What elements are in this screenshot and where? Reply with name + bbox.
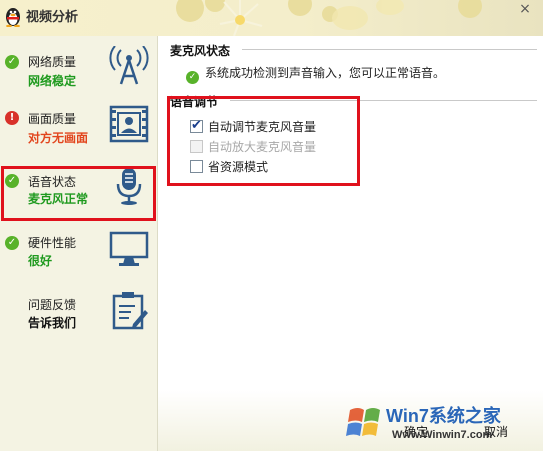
- sidebar-item-label: 网络质量: [28, 55, 77, 69]
- sidebar-item-label: 问题反馈: [28, 298, 77, 312]
- watermark-url: Www.Winwin7.com: [392, 429, 493, 441]
- signal-tower-icon: [109, 46, 149, 85]
- close-button[interactable]: ×: [517, 2, 533, 16]
- qq-penguin-icon: [6, 8, 20, 27]
- sidebar-item-video[interactable]: ! 画面质量 对方无画面: [0, 102, 158, 162]
- sidebar: ✓ 网络质量 网络稳定 ! 画面质量 对方无画面 ✓ 语音状态 麦克风正常 ✓ …: [0, 36, 158, 451]
- watermark-brand: Win7系统之家: [386, 405, 502, 426]
- mic-status-text: 系统成功检测到声音输入，您可以正常语音。: [205, 66, 446, 80]
- sidebar-item-status: 很好: [28, 254, 53, 268]
- divider: [242, 49, 537, 50]
- window-title: 视频分析: [26, 10, 79, 25]
- ok-status-icon: ✓: [5, 55, 19, 69]
- sidebar-item-hardware[interactable]: ✓ 硬件性能 很好: [0, 228, 158, 288]
- video-frame-icon: [109, 105, 149, 143]
- highlight-box-voice-settings: [167, 96, 360, 186]
- monitor-icon: [109, 231, 149, 266]
- ok-status-icon: ✓: [5, 236, 19, 250]
- sidebar-item-status: 网络稳定: [28, 74, 77, 88]
- sidebar-item-status: 对方无画面: [28, 131, 89, 145]
- ok-status-icon: ✓: [186, 71, 199, 84]
- flower-decoration: [176, 0, 482, 36]
- mic-status-message: ✓ 系统成功检测到声音输入，您可以正常语音。: [186, 64, 445, 84]
- sidebar-item-status: 告诉我们: [28, 316, 77, 330]
- watermark-logo: Win7系统之家 Www.Winwin7.com: [346, 405, 502, 441]
- sidebar-item-network[interactable]: ✓ 网络质量 网络稳定: [0, 42, 158, 102]
- error-status-icon: !: [5, 111, 19, 125]
- feedback-form-icon: [112, 292, 148, 330]
- mic-status-title: 麦克风状态: [170, 44, 231, 58]
- highlight-box-voice-status: [1, 166, 156, 221]
- sidebar-item-label: 硬件性能: [28, 236, 77, 250]
- title-bar: 视频分析 ×: [0, 0, 543, 36]
- sidebar-item-label: 画面质量: [28, 112, 77, 126]
- sidebar-item-feedback[interactable]: 问题反馈 告诉我们: [0, 288, 158, 348]
